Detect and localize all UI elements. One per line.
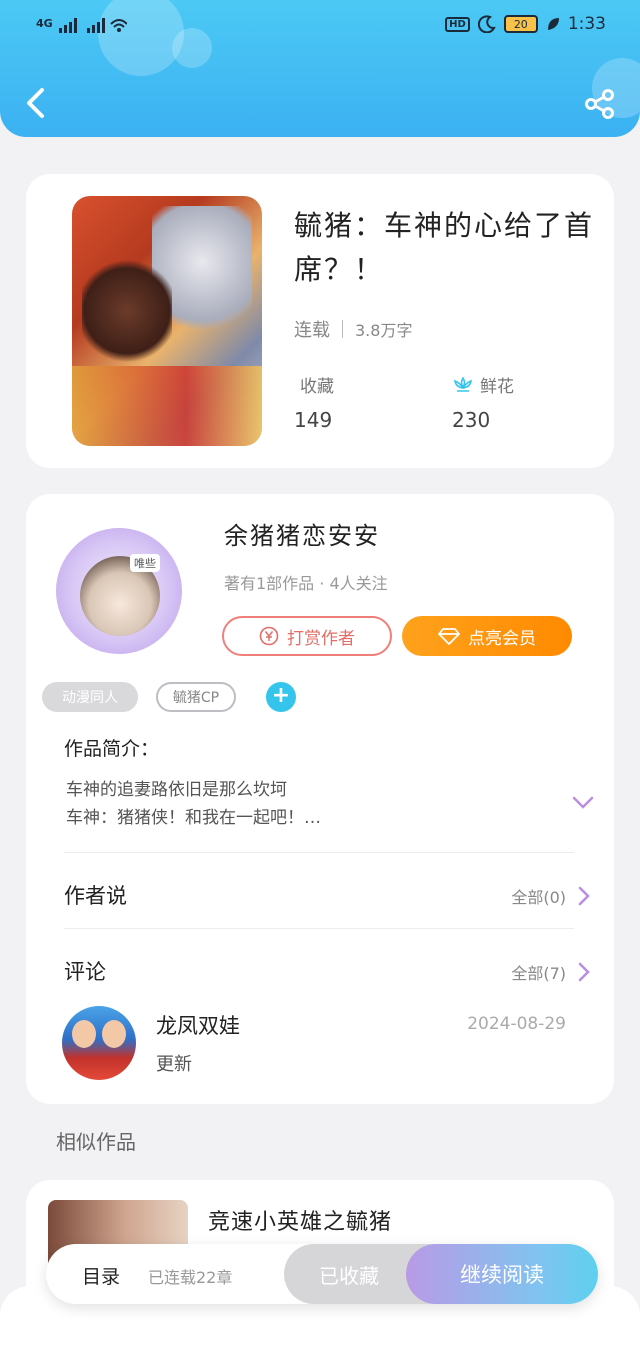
intro-heading: 作品简介： [64, 738, 160, 760]
author-name[interactable]: 余猪猪恋安安 [224, 516, 380, 551]
similar-work-title[interactable]: 竞速小英雄之毓猪 [208, 1204, 392, 1236]
divider [64, 852, 574, 853]
chapter-count: 已连载22章 [148, 1268, 233, 1287]
intro-line: 车神：猪猪侠！和我在一起吧！… [66, 808, 321, 828]
author-avatar[interactable]: 唯些 [54, 516, 184, 656]
continue-reading-button[interactable]: 继续阅读 [406, 1244, 598, 1304]
intro-text[interactable]: 车神的追妻路依旧是那么坎坷 车神：猪猪侠！和我在一起吧！… [66, 776, 321, 832]
continue-reading-label: 继续阅读 [460, 1263, 544, 1287]
author-info: 著有1部作品 · 4人关注 [224, 574, 388, 593]
add-tag-button[interactable]: + [266, 682, 296, 712]
flowers-count: 230 [452, 408, 491, 432]
clock: 1:33 [567, 14, 606, 34]
book-info-card: 毓猪：车神的心给了首席？！ 连载 3.8万字 收藏 149 鲜花 230 [26, 174, 614, 468]
battery-icon: 20 [503, 15, 538, 33]
comment-text: 更新 [156, 1054, 192, 1075]
signal-indicator: 4G [36, 14, 128, 34]
battery-level: 20 [513, 17, 528, 31]
moon-icon [477, 15, 496, 33]
commenter-name[interactable]: 龙凤双娃 [156, 1010, 240, 1040]
book-status: 连载 [294, 320, 330, 341]
comments-all[interactable]: 全部(7) [511, 960, 566, 984]
comment-date: 2024-08-29 [467, 1014, 566, 1034]
favorites-label: 收藏 [300, 372, 334, 397]
chevron-down-icon[interactable] [572, 796, 594, 810]
favorites-label-text: 收藏 [300, 377, 334, 397]
author-detail-card: 唯些 余猪猪恋安安 著有1部作品 · 4人关注 打赏作者 点亮会员 动漫同人 毓… [26, 494, 614, 1104]
book-title: 毓猪：车神的心给了首席？！ [294, 209, 595, 286]
divider [64, 928, 574, 929]
intro-line: 车神的追妻路依旧是那么坎坷 [66, 780, 287, 800]
status-right: HD 20 1:33 [445, 14, 606, 34]
signal-icon [58, 18, 128, 33]
toc-button[interactable]: 目录 [82, 1262, 120, 1289]
meta-divider [342, 320, 343, 338]
share-icon[interactable] [584, 88, 616, 120]
network-label: 4G [36, 17, 53, 30]
favorites-count: 149 [294, 408, 333, 432]
avatar-face [72, 1020, 96, 1048]
flower-icon [453, 375, 473, 392]
favorited-label: 已收藏 [319, 1263, 379, 1288]
header: 4G HD 20 1:33 [0, 0, 640, 137]
flowers-label[interactable]: 鲜花 [452, 372, 514, 397]
author-says-all[interactable]: 全部(0) [511, 884, 566, 908]
diamond-icon [438, 628, 460, 645]
yen-coin-icon [259, 626, 279, 646]
tip-author-label: 打赏作者 [287, 628, 355, 649]
chevron-right-icon[interactable] [578, 962, 590, 982]
author-says-label: 作者说 [64, 884, 127, 908]
status-bar: 4G HD 20 1:33 [0, 0, 640, 56]
word-count: 3.8万字 [355, 321, 413, 340]
bottom-action-bar: 目录 已连载22章 已收藏 继续阅读 [46, 1244, 598, 1304]
avatar-face [102, 1020, 126, 1048]
hd-badge: HD [445, 16, 470, 32]
book-cover[interactable] [72, 196, 262, 446]
leaf-icon [547, 18, 559, 30]
comments-label: 评论 [64, 960, 106, 984]
tip-author-button[interactable]: 打赏作者 [222, 616, 392, 656]
vip-button[interactable]: 点亮会员 [402, 616, 572, 656]
vip-label: 点亮会员 [468, 628, 536, 649]
book-meta: 连载 3.8万字 [294, 316, 412, 342]
similar-heading: 相似作品 [56, 1130, 136, 1154]
back-arrow-icon[interactable] [22, 86, 48, 120]
cover-art [72, 366, 262, 446]
chevron-right-icon[interactable] [578, 886, 590, 906]
cover-art [82, 256, 172, 366]
flowers-label-text: 鲜花 [480, 377, 514, 397]
commenter-avatar[interactable] [62, 1006, 136, 1080]
tag-chip[interactable]: 动漫同人 [42, 682, 138, 712]
avatar-tag: 唯些 [130, 554, 160, 572]
tag-chip[interactable]: 毓猪CP [156, 682, 236, 712]
